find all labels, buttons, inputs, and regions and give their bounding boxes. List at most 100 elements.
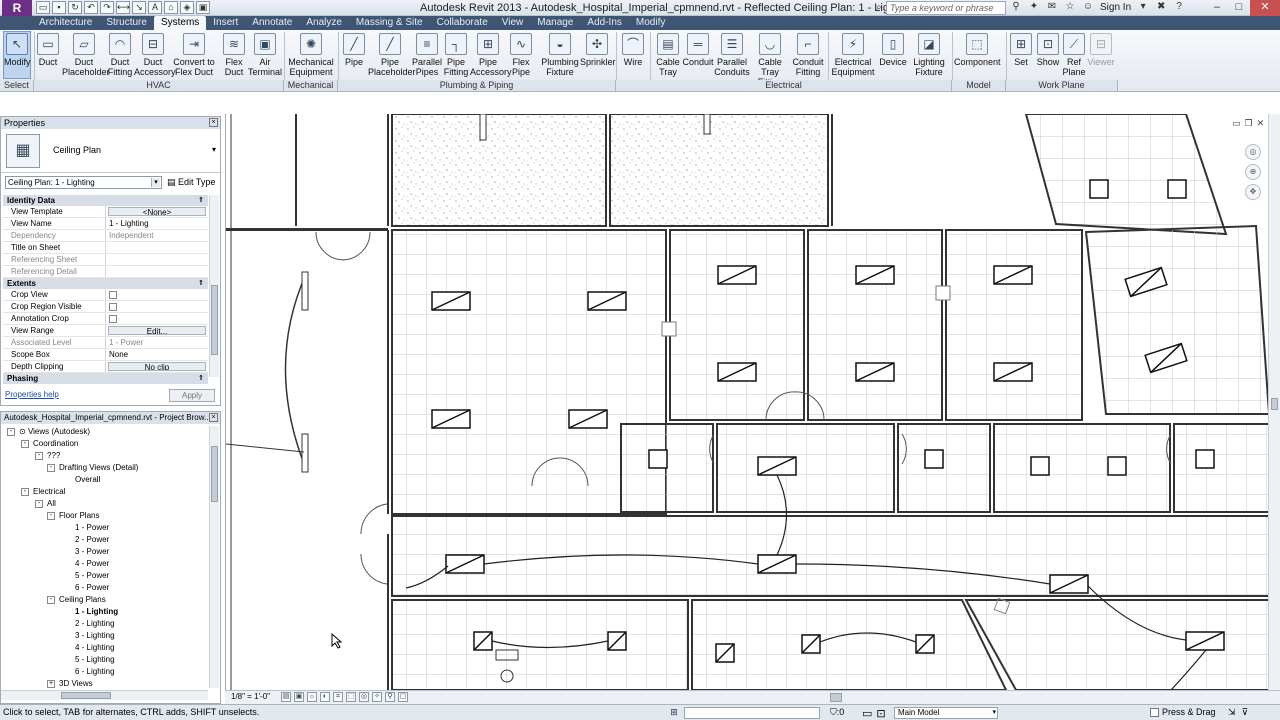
sun-path-icon[interactable]: ☼ xyxy=(307,692,317,702)
flex-pipe-button[interactable]: ∿ Flex Pipe xyxy=(507,32,535,77)
favorites-icon[interactable]: ☆ xyxy=(1064,1,1076,13)
ref-plane-button[interactable]: ⟋ Ref Plane xyxy=(1061,32,1087,77)
tree-node[interactable]: - Coordination xyxy=(1,438,208,450)
tab-systems[interactable]: Systems xyxy=(153,16,207,30)
panel-mechanical[interactable]: Mechanical xyxy=(284,80,338,91)
subscription-icon[interactable]: ✦ xyxy=(1028,1,1040,13)
close-icon[interactable]: × xyxy=(209,118,218,127)
view-scale[interactable]: 1/8" = 1'-0" xyxy=(231,692,270,701)
lighting-fixture-button[interactable]: ◪ Lighting Fixture xyxy=(908,32,950,77)
drawing-canvas[interactable] xyxy=(225,114,1268,690)
crop-view-checkbox[interactable] xyxy=(109,291,117,299)
tree-node[interactable]: - Ceiling Plans xyxy=(1,594,208,606)
parallel-pipes-button[interactable]: ≡ Parallel Pipes xyxy=(412,32,442,77)
scroll-thumb[interactable] xyxy=(211,285,218,355)
tree-node[interactable]: 5 - Power xyxy=(1,570,208,582)
panel-select[interactable]: Select xyxy=(0,80,34,91)
view-range-edit-button[interactable]: Edit... xyxy=(108,326,206,335)
view-template-button[interactable]: <None> xyxy=(108,207,206,216)
tree-node[interactable]: - ⊙ Views (Autodesk) xyxy=(1,426,208,438)
plumbing-fixture-button[interactable]: ◒ Plumbing Fixture xyxy=(540,32,580,77)
tree-node[interactable]: -??? xyxy=(1,450,208,462)
viewer-button[interactable]: ⊟ Viewer xyxy=(1087,32,1115,67)
tab-insert[interactable]: Insert xyxy=(206,16,245,30)
pan-icon[interactable]: ✥ xyxy=(1245,184,1261,200)
sign-in-link[interactable]: Sign In xyxy=(1100,2,1131,13)
tree-node[interactable]: 5 - Lighting xyxy=(1,654,208,666)
search-input[interactable]: Type a keyword or phrase xyxy=(886,1,1006,15)
pipe-placeholder-button[interactable]: ╱ Pipe Placeholder xyxy=(368,32,416,77)
minimize-button[interactable]: – xyxy=(1206,0,1228,16)
editable-only-icon[interactable]: ▭ xyxy=(862,707,872,720)
press-drag-checkbox[interactable] xyxy=(1150,707,1159,717)
panel-electrical[interactable]: Electrical xyxy=(616,80,952,91)
tree-node[interactable]: +3D Views xyxy=(1,678,208,688)
tab-architecture[interactable]: Architecture xyxy=(32,16,99,30)
tree-node[interactable]: - Floor Plans xyxy=(1,510,208,522)
vertical-scrollbar[interactable] xyxy=(1268,114,1280,690)
panel-plumbing-piping[interactable]: Plumbing & Piping xyxy=(338,80,616,91)
crop-region-icon[interactable]: ⬚ xyxy=(346,692,356,702)
conduit-fitting-button[interactable]: ⌐ Conduit Fitting xyxy=(790,32,826,77)
properties-scrollbar[interactable] xyxy=(209,195,219,377)
crop-region-visible-checkbox[interactable] xyxy=(109,303,117,311)
tree-node[interactable]: 3 - Lighting xyxy=(1,630,208,642)
section-icon[interactable]: ◈ xyxy=(180,1,194,14)
category-phasing[interactable]: Phasing ⇑ xyxy=(3,373,208,384)
user-icon[interactable]: ☺ xyxy=(1082,1,1094,13)
text-icon[interactable]: A xyxy=(148,1,162,14)
duct-fitting-button[interactable]: ◠ Duct Fitting xyxy=(106,32,134,77)
show-work-plane-button[interactable]: ⊡ Show xyxy=(1034,32,1062,67)
tab-view[interactable]: View xyxy=(495,16,531,30)
open-icon[interactable]: ▭ xyxy=(36,1,50,14)
ceiling-plan-drawing[interactable] xyxy=(226,114,1268,690)
scroll-thumb[interactable] xyxy=(830,693,842,702)
communication-icon[interactable]: ✉ xyxy=(1046,1,1058,13)
binoculars-icon[interactable]: ⚲ xyxy=(1010,1,1022,13)
temporary-hide-icon[interactable]: ◎ xyxy=(359,692,369,702)
tree-node[interactable]: - Electrical xyxy=(1,486,208,498)
electrical-equipment-button[interactable]: ⚡ Electrical Equipment xyxy=(830,32,876,77)
tree-node[interactable]: 1 - Power xyxy=(1,522,208,534)
design-option-select[interactable]: Main Model ▾ xyxy=(894,707,998,719)
3d-view-icon[interactable]: ⌂ xyxy=(164,1,178,14)
switch-windows-icon[interactable]: ▣ xyxy=(196,1,210,14)
duct-accessory-button[interactable]: ⊟ Duct Accessory xyxy=(134,32,176,77)
crop-view-icon[interactable]: ⌗ xyxy=(333,692,343,702)
duct-placeholder-button[interactable]: ▱ Duct Placeholder xyxy=(62,32,110,77)
tree-node-active[interactable]: 1 - Lighting xyxy=(1,606,208,618)
conduit-button[interactable]: ═ Conduit xyxy=(682,32,714,67)
visual-style-icon[interactable]: ▣ xyxy=(294,692,304,702)
category-extents[interactable]: Extents ⇑ xyxy=(3,278,208,289)
save-icon[interactable]: ▪ xyxy=(52,1,66,14)
redo-icon[interactable]: ↷ xyxy=(100,1,114,14)
air-terminal-button[interactable]: ▣ Air Terminal xyxy=(248,32,282,77)
close-icon[interactable]: × xyxy=(209,413,218,422)
tab-structure[interactable]: Structure xyxy=(99,16,154,30)
tab-modify[interactable]: Modify xyxy=(629,16,672,30)
tab-add-ins[interactable]: Add-Ins xyxy=(580,16,628,30)
exchange-icon[interactable]: ✖ xyxy=(1155,1,1167,13)
flex-duct-button[interactable]: ≋ Flex Duct xyxy=(220,32,248,77)
scope-box-field[interactable]: None xyxy=(106,349,208,360)
worksets-icon[interactable]: ⊞ xyxy=(668,707,680,719)
pipe-fitting-button[interactable]: ┐ Pipe Fitting xyxy=(442,32,470,77)
design-options-icon[interactable]: ⊡ xyxy=(876,707,885,720)
pipe-button[interactable]: ╱ Pipe xyxy=(340,32,368,67)
scroll-thumb[interactable] xyxy=(1271,398,1278,410)
tree-node[interactable]: 4 - Lighting xyxy=(1,642,208,654)
sprinkler-button[interactable]: ✣ Sprinkler xyxy=(580,32,616,67)
view-name-field[interactable]: 1 - Lighting xyxy=(106,218,208,229)
tab-annotate[interactable]: Annotate xyxy=(245,16,299,30)
detail-level-icon[interactable]: ▤ xyxy=(281,692,291,702)
annotation-crop-checkbox[interactable] xyxy=(109,315,117,323)
horizontal-scrollbar[interactable] xyxy=(405,693,1265,703)
panel-model[interactable]: Model xyxy=(952,80,1006,91)
properties-help-link[interactable]: Properties help xyxy=(5,390,59,399)
reveal-hidden-icon[interactable]: ✧ xyxy=(372,692,382,702)
pipe-accessory-button[interactable]: ⊞ Pipe Accessory xyxy=(470,32,512,77)
tree-node[interactable]: - Drafting Views (Detail) xyxy=(1,462,208,474)
tree-node[interactable]: Overall xyxy=(1,474,208,486)
wire-button[interactable]: ⌒ Wire xyxy=(618,32,648,67)
edit-type-button[interactable]: ▤ Edit Type xyxy=(167,177,215,188)
